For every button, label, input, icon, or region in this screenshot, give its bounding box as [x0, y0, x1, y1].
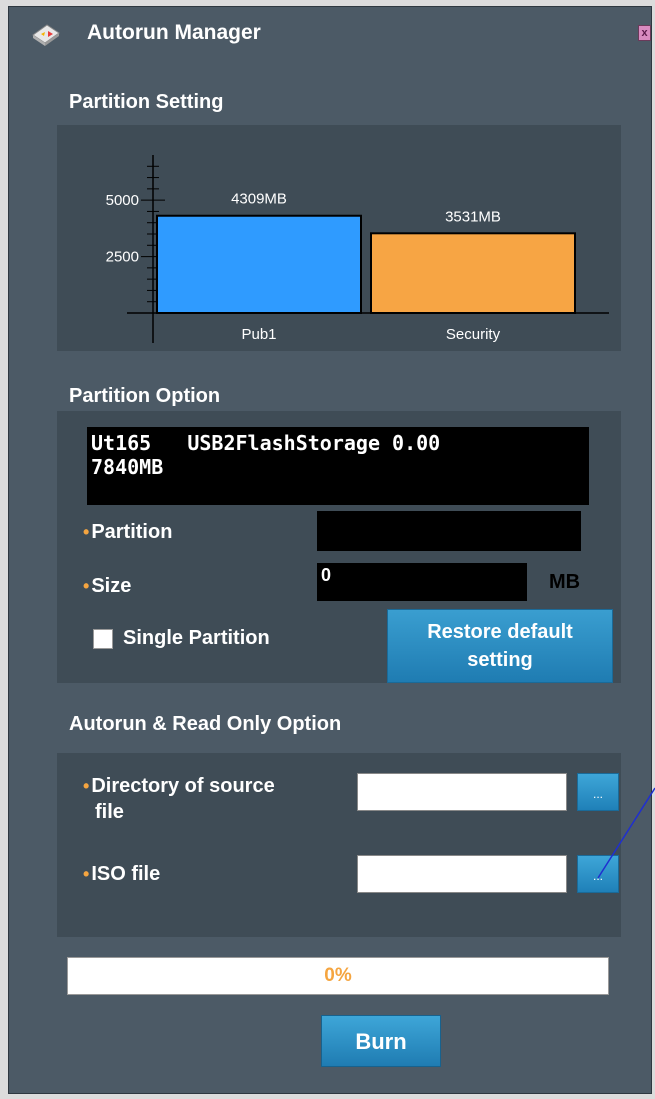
y-tick-label: 5000 — [106, 192, 139, 209]
partition-label-row: • Partition — [83, 521, 172, 544]
bullet-icon: • — [83, 576, 90, 596]
restore-label-line1: Restore default — [427, 621, 573, 643]
progress-text: 0% — [324, 965, 352, 986]
iso-label-row: • ISO file — [83, 863, 160, 886]
bullet-icon: • — [83, 776, 90, 796]
bar-data-label: 4309MB — [231, 191, 287, 208]
window-title: Autorun Manager — [87, 21, 261, 44]
app-disk-icon — [32, 24, 60, 46]
bullet-icon: • — [83, 522, 90, 542]
partition-label: Partition — [91, 521, 173, 543]
partition-field[interactable] — [317, 511, 581, 551]
restore-default-button[interactable]: Restore default setting — [387, 609, 613, 683]
close-icon: x — [641, 27, 648, 39]
restore-label-line2: setting — [467, 649, 533, 671]
iso-file-input[interactable] — [357, 855, 567, 893]
close-button[interactable]: x — [638, 25, 651, 41]
bullet-icon: • — [83, 864, 90, 884]
device-info-line2: 7840MB — [91, 455, 164, 479]
autorun-option-panel: • Directory of source file ... • ISO file … — [57, 753, 621, 937]
x-category-label: Security — [446, 326, 501, 343]
browse-label: ... — [592, 869, 603, 883]
partition-chart-panel: 2500 5000 4309MB Pub1 3531MB Security — [57, 125, 621, 351]
y-tick-label: 2500 — [106, 249, 139, 266]
source-dir-input[interactable] — [357, 773, 567, 811]
device-info-line1: Ut165 USB2FlashStorage 0.00 — [91, 431, 441, 455]
partition-option-title: Partition Option — [69, 385, 221, 407]
x-category-label: Pub1 — [241, 326, 276, 343]
iso-file-browse-button[interactable]: ... — [577, 855, 619, 893]
source-dir-browse-button[interactable]: ... — [577, 773, 619, 811]
partition-chart: 2500 5000 4309MB Pub1 3531MB Security — [106, 155, 609, 343]
title-bar: Autorun Manager x — [9, 7, 651, 59]
partition-setting-title: Partition Setting — [69, 91, 224, 113]
bar-pub1 — [156, 214, 362, 314]
size-label-row: • Size — [83, 575, 131, 598]
device-info-box: Ut165 USB2FlashStorage 0.00 7840MB — [87, 427, 589, 505]
single-partition-checkbox[interactable] — [93, 629, 113, 649]
size-unit: MB — [549, 571, 581, 593]
bar-data-label: 3531MB — [445, 208, 501, 225]
single-partition-label: Single Partition — [123, 627, 270, 649]
size-label: Size — [91, 575, 132, 597]
autorun-manager-window: Autorun Manager x Partition Setting 2500… — [8, 6, 652, 1094]
bar-security — [370, 232, 576, 314]
partition-option-panel: Ut165 USB2FlashStorage 0.00 7840MB • Part… — [57, 411, 621, 683]
source-dir-label-row: • Directory of source file — [83, 773, 275, 825]
browse-label: ... — [592, 787, 603, 801]
progress-bar: 0% — [67, 957, 609, 995]
size-input[interactable]: 0 — [317, 563, 527, 601]
autorun-option-title: Autorun & Read Only Option — [69, 713, 342, 735]
source-dir-label-line2: file — [95, 801, 124, 823]
burn-button[interactable]: Burn — [321, 1015, 441, 1067]
iso-file-label: ISO file — [91, 863, 161, 885]
source-dir-label-line1: Directory of source — [91, 775, 275, 797]
